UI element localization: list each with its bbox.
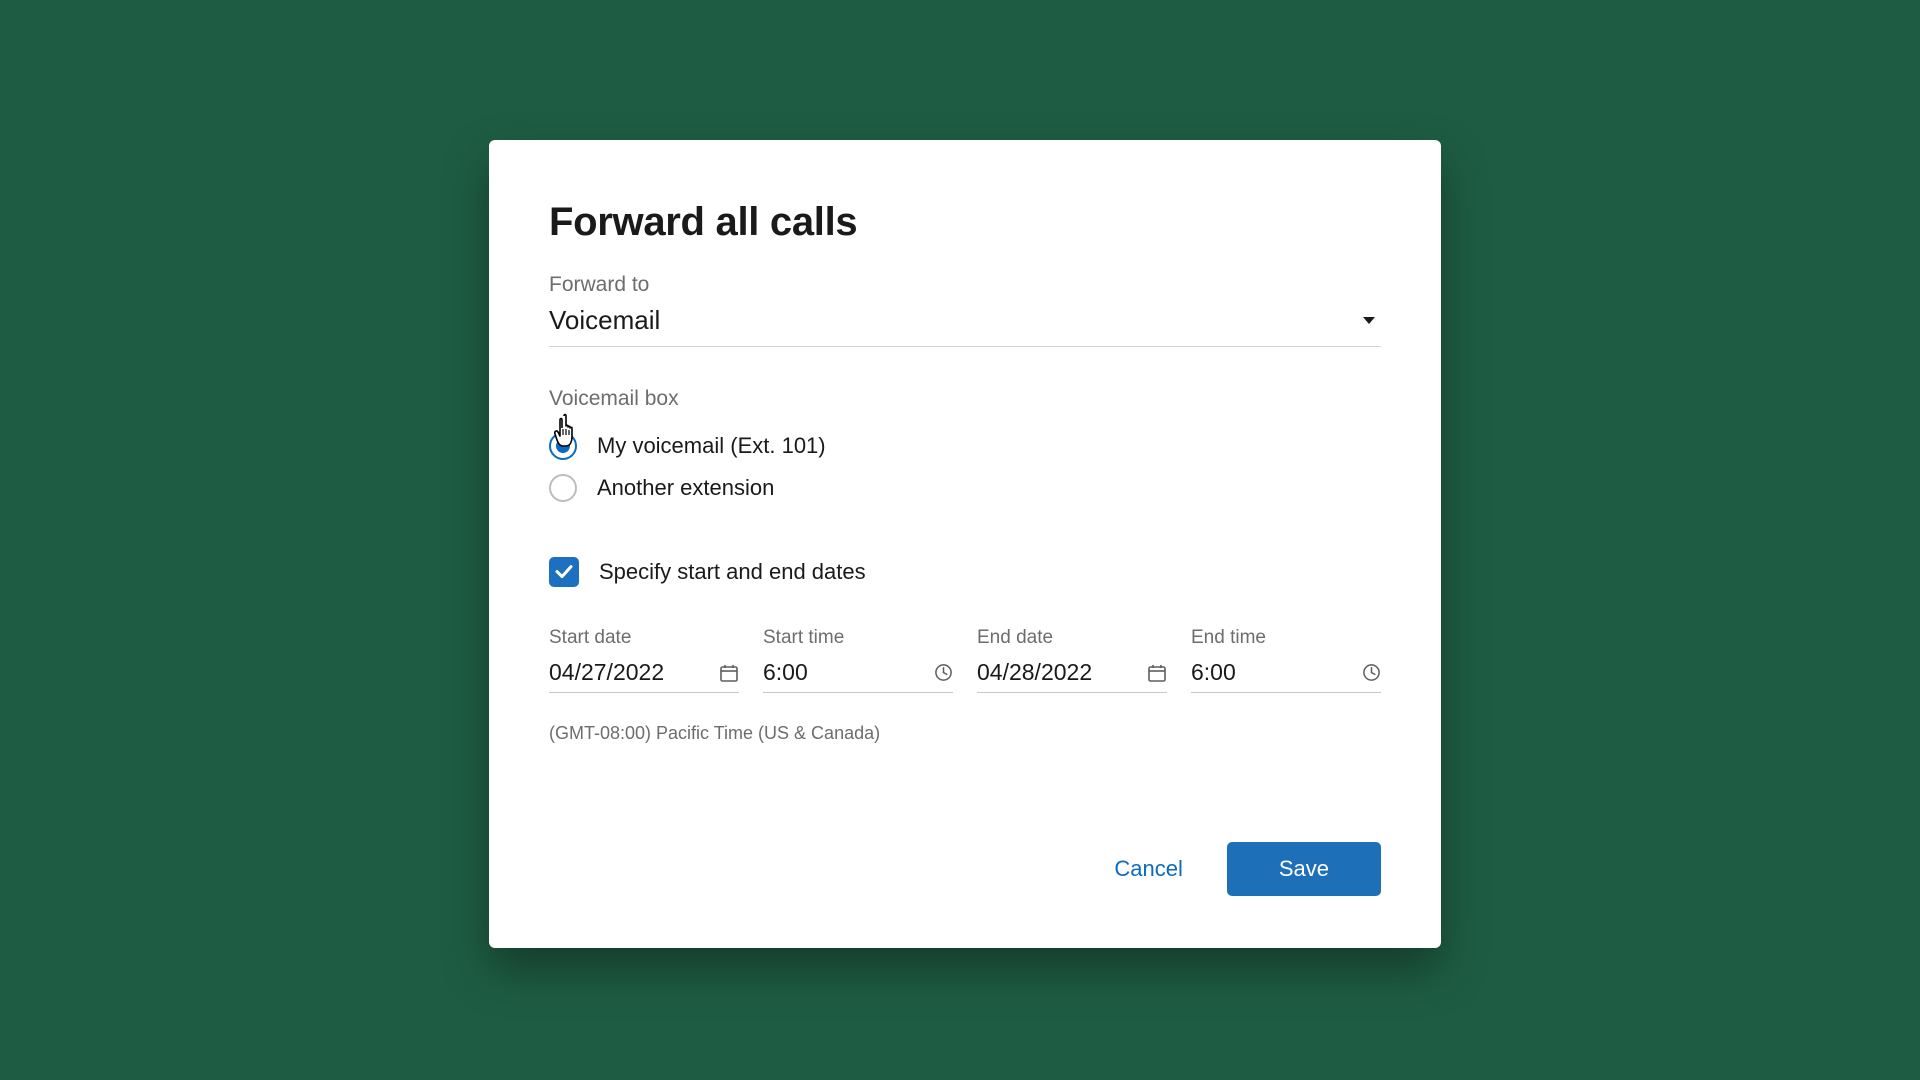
end-time-value: 6:00 xyxy=(1191,659,1236,686)
end-date-label: End date xyxy=(977,627,1167,649)
dialog-actions: Cancel Save xyxy=(1114,842,1381,896)
end-date-input[interactable]: 04/28/2022 xyxy=(977,653,1167,693)
voicemail-box-label: Voicemail box xyxy=(549,387,1381,411)
radio-another-extension[interactable]: Another extension xyxy=(549,467,1381,509)
start-time-input[interactable]: 6:00 xyxy=(763,653,953,693)
start-date-input[interactable]: 04/27/2022 xyxy=(549,653,739,693)
cancel-button[interactable]: Cancel xyxy=(1114,856,1182,882)
timezone-text: (GMT-08:00) Pacific Time (US & Canada) xyxy=(549,723,1381,744)
dates-row: Start date 04/27/2022 Start time 6:00 En… xyxy=(549,627,1381,693)
clock-icon xyxy=(934,663,953,682)
forward-calls-dialog: Forward all calls Forward to Voicemail V… xyxy=(489,140,1441,948)
checkbox-checked-icon xyxy=(549,557,579,587)
forward-to-select[interactable]: Voicemail xyxy=(549,301,1381,347)
dialog-title: Forward all calls xyxy=(549,200,1381,245)
start-date-value: 04/27/2022 xyxy=(549,659,664,686)
calendar-icon xyxy=(719,663,739,683)
radio-icon xyxy=(549,432,577,460)
start-date-field: Start date 04/27/2022 xyxy=(549,627,739,693)
start-time-label: Start time xyxy=(763,627,953,649)
forward-to-value: Voicemail xyxy=(549,305,660,336)
start-date-label: Start date xyxy=(549,627,739,649)
voicemail-box-section: Voicemail box My voicemail (Ext. 101) An… xyxy=(549,387,1381,509)
calendar-icon xyxy=(1147,663,1167,683)
radio-label: Another extension xyxy=(597,475,774,501)
start-time-value: 6:00 xyxy=(763,659,808,686)
end-time-input[interactable]: 6:00 xyxy=(1191,653,1381,693)
end-time-field: End time 6:00 xyxy=(1191,627,1381,693)
radio-label: My voicemail (Ext. 101) xyxy=(597,433,826,459)
radio-my-voicemail[interactable]: My voicemail (Ext. 101) xyxy=(549,425,1381,467)
radio-icon xyxy=(549,474,577,502)
end-date-value: 04/28/2022 xyxy=(977,659,1092,686)
end-date-field: End date 04/28/2022 xyxy=(977,627,1167,693)
caret-down-icon xyxy=(1363,317,1375,324)
specify-dates-checkbox[interactable]: Specify start and end dates xyxy=(549,557,1381,587)
save-button[interactable]: Save xyxy=(1227,842,1381,896)
specify-dates-label: Specify start and end dates xyxy=(599,559,866,585)
end-time-label: End time xyxy=(1191,627,1381,649)
forward-to-label: Forward to xyxy=(549,273,1381,297)
clock-icon xyxy=(1362,663,1381,682)
voicemail-box-radio-group: My voicemail (Ext. 101) Another extensio… xyxy=(549,425,1381,509)
forward-to-field: Forward to Voicemail xyxy=(549,273,1381,347)
start-time-field: Start time 6:00 xyxy=(763,627,953,693)
